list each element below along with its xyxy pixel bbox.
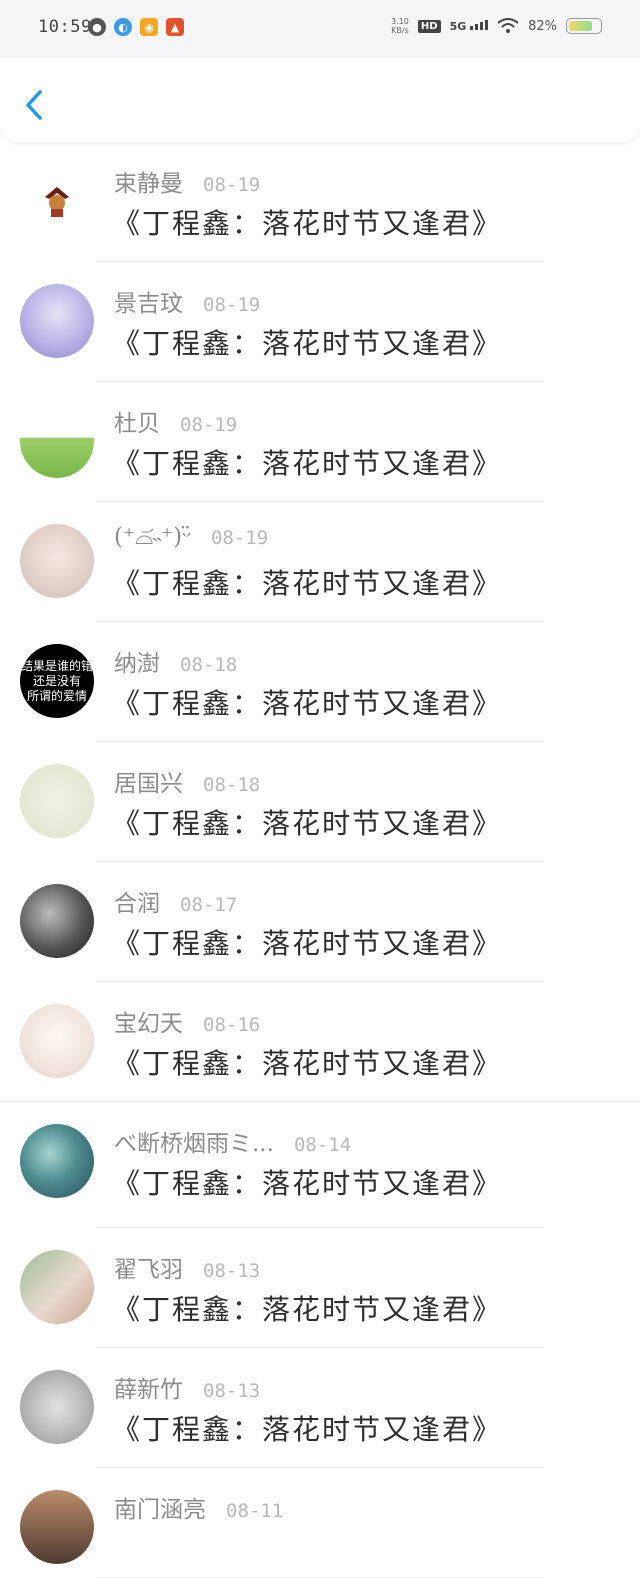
battery-percent: 82% — [528, 18, 557, 34]
user-name[interactable]: べ断桥烟雨ミ... — [114, 1124, 274, 1158]
list-item[interactable]: 薛新竹 08-13 《丁程鑫：落花时节又逢君》 — [0, 1348, 640, 1468]
avatar[interactable] — [20, 1490, 94, 1564]
user-name[interactable]: 薛新竹 — [114, 1370, 183, 1404]
battery-level-fill — [569, 21, 592, 31]
user-name[interactable]: 杜贝 — [114, 404, 160, 438]
message-text[interactable]: 《丁程鑫：落花时节又逢君》 — [112, 1042, 502, 1082]
hd-badge: HD — [417, 19, 441, 33]
avatar[interactable] — [20, 1124, 94, 1198]
message-text[interactable]: 《丁程鑫：落花时节又逢君》 — [112, 322, 502, 362]
timestamp: 08-16 — [203, 1014, 261, 1036]
battery-icon — [566, 18, 602, 34]
message-text[interactable]: 《丁程鑫：落花时节又逢君》 — [112, 442, 502, 482]
net-speed-value: 3.10 — [391, 17, 409, 26]
name-line: 合润 08-17 — [114, 884, 237, 918]
chevron-left-icon — [26, 90, 42, 120]
name-line: 束静曼 08-19 — [114, 164, 260, 198]
avatar[interactable] — [20, 1370, 94, 1444]
net-speed: 3.10 KB/s — [391, 17, 409, 35]
message-text[interactable]: 《丁程鑫：落花时节又逢君》 — [112, 202, 502, 242]
avatar[interactable] — [20, 764, 94, 838]
name-line: (⁺⌓᷄˵⁺)ᵕ̈ 08-19 — [114, 524, 268, 550]
name-line: 宝幻天 08-16 — [114, 1004, 260, 1038]
user-name[interactable]: 居国兴 — [114, 764, 183, 798]
message-text[interactable]: 《丁程鑫：落花时节又逢君》 — [112, 682, 502, 722]
avatar[interactable]: 结果是谁的错 还是没有 所谓的爱情 — [20, 644, 94, 718]
list-item[interactable]: 翟飞羽 08-13 《丁程鑫：落花时节又逢君》 — [0, 1228, 640, 1348]
status-time: 10:59 — [38, 17, 92, 37]
avatar[interactable] — [20, 1250, 94, 1324]
timestamp: 08-14 — [293, 1134, 352, 1156]
list-item[interactable]: 结果是谁的错 还是没有 所谓的爱情 纳澍 08-18 《丁程鑫：落花时节又逢君》 — [0, 622, 640, 742]
status-right: 3.10 KB/s HD 5G 82% — [391, 17, 602, 35]
list-item[interactable]: べ断桥烟雨ミ... 08-14 《丁程鑫：落花时节又逢君》 — [0, 1102, 640, 1228]
name-line: 薛新竹 08-13 — [114, 1370, 260, 1404]
signal-label: 5G — [449, 19, 467, 33]
list-item[interactable]: 宝幻天 08-16 《丁程鑫：落花时节又逢君》 — [0, 982, 640, 1102]
list-item[interactable]: 南门涵亮 08-11 — [0, 1468, 640, 1578]
timestamp: 08-17 — [180, 894, 238, 916]
user-name[interactable]: 合润 — [114, 884, 160, 918]
avatar[interactable] — [20, 284, 94, 358]
timestamp: 08-18 — [180, 654, 238, 676]
user-name[interactable]: 翟飞羽 — [114, 1250, 183, 1284]
avatar-icon — [45, 187, 69, 217]
user-name[interactable]: 南门涵亮 — [114, 1490, 206, 1524]
list-item[interactable]: 居国兴 08-18 《丁程鑫：落花时节又逢君》 — [0, 742, 640, 862]
message-text[interactable]: 《丁程鑫：落花时节又逢君》 — [112, 922, 502, 962]
user-name[interactable]: 束静曼 — [114, 164, 183, 198]
message-text[interactable]: 《丁程鑫：落花时节又逢君》 — [112, 1288, 502, 1328]
message-text[interactable]: 《丁程鑫：落花时节又逢君》 — [112, 1408, 502, 1448]
list-item[interactable]: 合润 08-17 《丁程鑫：落花时节又逢君》 — [0, 862, 640, 982]
timestamp: 08-19 — [210, 527, 269, 549]
message-list: 束静曼 08-19 《丁程鑫：落花时节又逢君》 景吉玟 08-19 《丁程鑫：落花时节又逢… — [0, 142, 640, 1578]
avatar[interactable] — [20, 1004, 94, 1078]
list-item[interactable]: 景吉玟 08-19 《丁程鑫：落花时节又逢君》 — [0, 262, 640, 382]
list-item[interactable]: (⁺⌓᷄˵⁺)ᵕ̈ 08-19 《丁程鑫：落花时节又逢君》 — [0, 502, 640, 622]
timestamp: 08-19 — [203, 174, 261, 196]
timestamp: 08-19 — [180, 414, 238, 436]
notification-icon: ▲ — [166, 18, 184, 36]
timestamp: 08-13 — [203, 1380, 261, 1402]
message-text[interactable]: 《丁程鑫：落花时节又逢君》 — [112, 1162, 502, 1202]
signal-5g-icon: 5G — [449, 19, 489, 33]
back-button[interactable] — [18, 88, 52, 122]
user-name[interactable]: 宝幻天 — [114, 1004, 183, 1038]
status-bar: 10:59 ● ◐ ◉ ▲ 3.10 KB/s HD 5G 82% — [0, 0, 640, 58]
user-name[interactable]: (⁺⌓᷄˵⁺)ᵕ̈ — [114, 524, 191, 550]
weibo-icon: ◉ — [140, 18, 158, 36]
name-line: べ断桥烟雨ミ... 08-14 — [114, 1124, 351, 1158]
avatar[interactable] — [20, 404, 94, 478]
message-text[interactable]: 《丁程鑫：落花时节又逢君》 — [112, 562, 502, 602]
name-line: 纳澍 08-18 — [114, 644, 237, 678]
user-name[interactable]: 纳澍 — [114, 644, 160, 678]
name-line: 居国兴 08-18 — [114, 764, 260, 798]
name-line: 景吉玟 08-19 — [114, 284, 260, 318]
name-line: 翟飞羽 08-13 — [114, 1250, 260, 1284]
name-line: 南门涵亮 08-11 — [114, 1490, 283, 1524]
top-nav-bar — [0, 58, 640, 142]
name-line: 杜贝 08-19 — [114, 404, 237, 438]
wifi-icon — [497, 18, 519, 33]
net-speed-unit: KB/s — [391, 26, 409, 35]
signal-bars-icon — [470, 19, 489, 30]
message-text[interactable]: 《丁程鑫：落花时节又逢君》 — [112, 802, 502, 842]
avatar[interactable] — [20, 524, 94, 598]
qq-icon: ◐ — [114, 18, 132, 36]
timestamp: 08-18 — [203, 774, 261, 796]
avatar[interactable] — [20, 164, 94, 238]
avatar-caption: 结果是谁的错 还是没有 所谓的爱情 — [20, 658, 93, 703]
user-name[interactable]: 景吉玟 — [114, 284, 183, 318]
timestamp: 08-11 — [226, 1500, 284, 1522]
avatar[interactable] — [20, 884, 94, 958]
timestamp: 08-19 — [203, 294, 261, 316]
app-icon: ● — [88, 18, 106, 36]
list-item[interactable]: 束静曼 08-19 《丁程鑫：落花时节又逢君》 — [0, 142, 640, 262]
status-notification-icons: ● ◐ ◉ ▲ — [88, 18, 184, 36]
timestamp: 08-13 — [203, 1260, 261, 1282]
list-item[interactable]: 杜贝 08-19 《丁程鑫：落花时节又逢君》 — [0, 382, 640, 502]
